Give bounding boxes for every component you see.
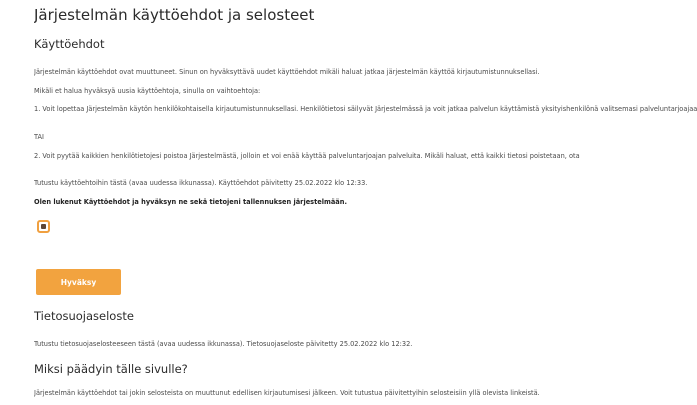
terms-changed-text: Järjestelmän käyttöehdot ovat muuttuneet… bbox=[34, 68, 540, 76]
privacy-read-link[interactable]: Tutustu tietosuojaselosteeseen tästä (av… bbox=[34, 340, 245, 348]
privacy-updated-text: Tietosuojaseloste päivitetty 25.02.2022 … bbox=[246, 340, 413, 348]
terms-heading: Käyttöehdot bbox=[34, 37, 105, 51]
consent-label: Olen lukenut Käyttöehdot ja hyväksyn ne … bbox=[34, 198, 347, 206]
accept-button[interactable]: Hyväksy bbox=[36, 269, 121, 295]
terms-option-2: 2. Voit pyytää kaikkien henkilötietojesi… bbox=[34, 152, 580, 160]
why-heading: Miksi päädyin tälle sivulle? bbox=[34, 362, 188, 376]
terms-or-label: TAI bbox=[34, 133, 44, 141]
why-text: Järjestelmän käyttöehdot tai jokin selos… bbox=[34, 389, 540, 397]
terms-updated-text: Käyttöehdot päivitetty 25.02.2022 klo 12… bbox=[218, 179, 368, 187]
page-title: Järjestelmän käyttöehdot ja selosteet bbox=[34, 6, 315, 24]
terms-read-link[interactable]: Tutustu käyttöehtoihin tästä (avaa uudes… bbox=[34, 179, 216, 187]
privacy-read-line: Tutustu tietosuojaselosteeseen tästä (av… bbox=[34, 340, 412, 349]
terms-page: Järjestelmän käyttöehdot ja selosteet Kä… bbox=[34, 0, 697, 405]
terms-options-intro: Mikäli et halua hyväksyä uusia käyttöeht… bbox=[34, 87, 261, 95]
privacy-heading: Tietosuojaseloste bbox=[34, 309, 134, 323]
terms-read-line: Tutustu käyttöehtoihin tästä (avaa uudes… bbox=[34, 179, 367, 188]
checkbox-check-mark bbox=[41, 224, 46, 229]
terms-option-1: 1. Voit lopettaa Järjestelmän käytön hen… bbox=[34, 105, 697, 113]
consent-checkbox[interactable] bbox=[37, 220, 50, 233]
